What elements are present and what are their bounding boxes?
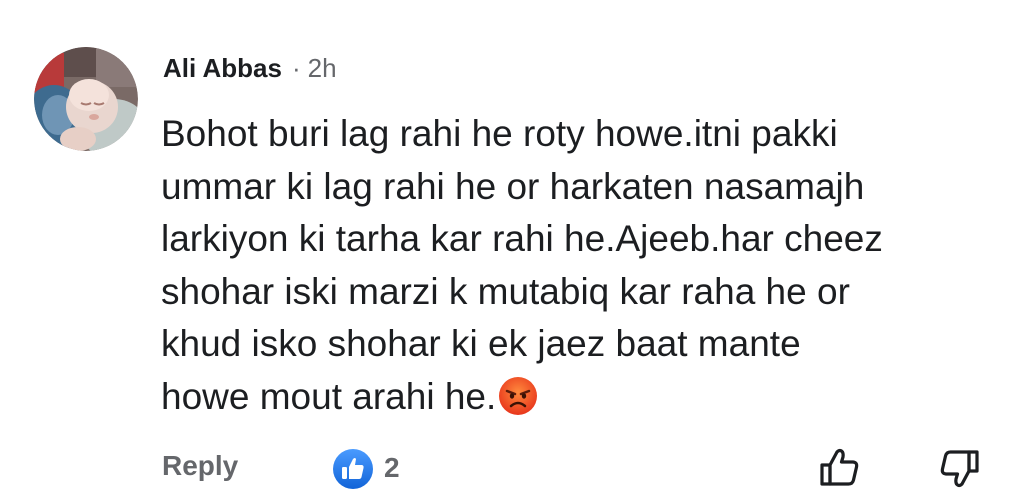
comment-line: shohar iski marzi k mutabiq kar raha he … <box>161 270 850 312</box>
comment-line: Bohot buri lag rahi he roty howe.itni pa… <box>161 113 838 154</box>
thumbs-down-icon[interactable] <box>935 444 983 492</box>
separator-dot: · <box>291 53 301 83</box>
timestamp[interactable]: 2h <box>308 53 337 84</box>
comment-actions: Reply 2 <box>0 440 1024 496</box>
reply-button[interactable]: Reply <box>162 450 238 482</box>
comment-line: khud isko shohar ki ek jaez baat mante <box>161 323 801 364</box>
comment-line: larkiyon ki tarha kar rahi he.Ajeeb.har … <box>161 218 883 259</box>
comment-line: ummar ki lag rahi he or harkaten nasamaj… <box>161 165 865 207</box>
comment-last-line: howe mout arahi he. <box>161 371 991 424</box>
thumbs-up-icon[interactable] <box>816 444 864 492</box>
avatar[interactable] <box>34 47 138 151</box>
author-name[interactable]: Ali Abbas <box>163 53 282 84</box>
comment-line: howe mout arahi he. <box>161 375 497 417</box>
comment-header: Ali Abbas · 2h <box>163 53 337 87</box>
comment-text: Bohot buri lag rahi he roty howe.itni pa… <box>161 108 991 423</box>
angry-face-emoji-icon <box>499 376 538 415</box>
like-thumb-icon[interactable] <box>332 448 374 490</box>
like-count: 2 <box>384 452 400 483</box>
baby-photo-avatar-icon <box>34 47 138 151</box>
